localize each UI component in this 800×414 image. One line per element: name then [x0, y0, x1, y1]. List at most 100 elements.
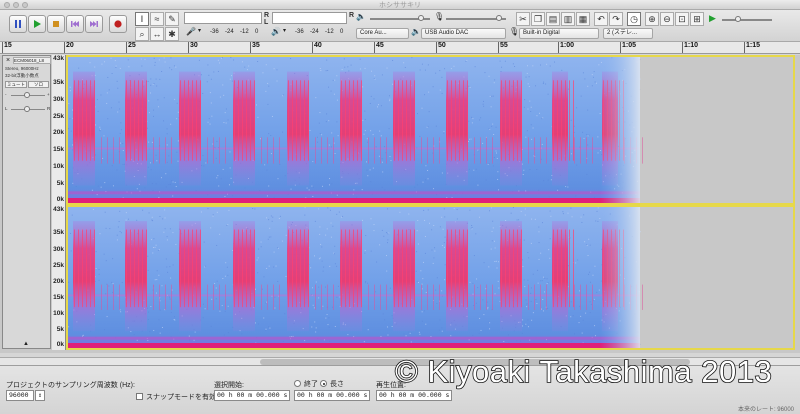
- end-radio[interactable]: [294, 380, 301, 387]
- record-meter-l-label: L: [264, 19, 269, 26]
- zoom-tool[interactable]: ⌕: [135, 27, 149, 41]
- record-icon: [114, 20, 122, 28]
- skip-to-end-button[interactable]: [85, 15, 103, 33]
- frequency-axis-bottom: 43k 35k 30k 25k 20k 15k 10k 5k 0k: [52, 205, 66, 350]
- envelope-icon: ≈: [154, 14, 160, 24]
- output-device-select[interactable]: USB Audio DAC: [421, 28, 506, 39]
- track-close-icon[interactable]: ×: [4, 57, 12, 64]
- input-volume-icon: 🎙: [434, 12, 445, 21]
- minimize-window-icon[interactable]: [13, 2, 19, 8]
- output-volume-knob[interactable]: [418, 15, 424, 21]
- spectrogram-channel-left[interactable]: [66, 55, 795, 205]
- input-device-select[interactable]: Built-in Digital: [519, 28, 599, 39]
- input-channels-select[interactable]: 2 (ステレ...: [603, 28, 653, 39]
- spectrogram-channel-right[interactable]: [66, 205, 795, 350]
- freq-label: 25k: [53, 262, 64, 269]
- trim-button[interactable]: ▥: [561, 12, 575, 26]
- draw-tool[interactable]: ✎: [165, 12, 179, 26]
- solo-button[interactable]: ソロ: [28, 81, 49, 88]
- pan-knob[interactable]: [24, 106, 30, 112]
- freq-label: 10k: [53, 163, 64, 170]
- pause-button[interactable]: [9, 15, 27, 33]
- freq-label: 30k: [53, 96, 64, 103]
- audio-position-input[interactable]: 00 h 00 m 00.000 s: [376, 390, 452, 401]
- fit-project-icon: ⊞: [693, 14, 701, 24]
- record-meter[interactable]: [184, 12, 262, 24]
- track-name-menu[interactable]: ECM06018_L8: [13, 57, 51, 64]
- freq-label: 30k: [53, 246, 64, 253]
- double-arrow-icon: ↔: [152, 29, 162, 39]
- copy-button[interactable]: ❐: [531, 12, 545, 26]
- window-title: ホシササキリ: [379, 2, 421, 9]
- play-speed-knob[interactable]: [735, 16, 741, 22]
- stop-button[interactable]: [47, 15, 65, 33]
- audio-host-select[interactable]: Core Au...: [356, 28, 409, 39]
- undo-button[interactable]: ↶: [594, 12, 608, 26]
- skip-start-icon: [71, 21, 79, 27]
- selection-end-input[interactable]: 00 h 00 m 00.000 s: [294, 390, 370, 401]
- end-label: 終了: [304, 381, 318, 388]
- record-meter-tick-2: -12: [240, 29, 249, 35]
- multi-tool[interactable]: ✱: [165, 27, 179, 41]
- envelope-tool[interactable]: ≈: [150, 12, 164, 26]
- freq-label: 15k: [53, 146, 64, 153]
- record-button[interactable]: [109, 15, 127, 33]
- redo-icon: ↷: [612, 14, 620, 24]
- freq-label: 5k: [56, 180, 64, 187]
- copyright-watermark: © Kiyoaki Takashima 2013: [394, 353, 773, 390]
- play-button[interactable]: [28, 15, 46, 33]
- ruler-tick: 15: [2, 42, 12, 53]
- redo-button[interactable]: ↷: [609, 12, 623, 26]
- freq-label: 5k: [56, 326, 64, 333]
- freq-label: 20k: [53, 278, 64, 285]
- chevron-down-icon[interactable]: ▾: [198, 27, 201, 34]
- zoom-in-button[interactable]: ⊕: [645, 12, 659, 26]
- playback-meter-tick-3: 0: [340, 29, 344, 35]
- silence-icon: ▦: [578, 14, 588, 24]
- selection-start-input[interactable]: 00 h 00 m 00.000 s: [214, 390, 290, 401]
- fit-selection-button[interactable]: ⊡: [675, 12, 689, 26]
- close-window-icon[interactable]: [4, 2, 10, 8]
- output-volume-icon: 🔈: [356, 12, 366, 21]
- fit-project-button[interactable]: ⊞: [690, 12, 704, 26]
- cut-button[interactable]: ✂: [516, 12, 530, 26]
- silence-button[interactable]: ▦: [576, 12, 590, 26]
- snap-label: スナップモードを有効: [146, 394, 216, 401]
- paste-icon: ▤: [548, 14, 558, 24]
- mute-button[interactable]: ミュート: [5, 81, 27, 88]
- snap-checkbox[interactable]: [136, 393, 143, 400]
- chevron-down-icon[interactable]: ▾: [283, 27, 286, 34]
- play-at-speed-icon[interactable]: ▶: [709, 13, 716, 24]
- ruler-tick: 35: [250, 42, 260, 53]
- pan-right-label: R: [47, 106, 51, 111]
- ruler-tick: 20: [64, 42, 74, 53]
- record-meter-tick-1: -24: [225, 29, 234, 35]
- time-shift-tool[interactable]: ↔: [150, 27, 164, 41]
- play-speed-slider[interactable]: [722, 19, 772, 21]
- project-rate-stepper[interactable]: ⇕: [35, 390, 45, 401]
- track-control-panel[interactable]: × ECM06018_L8 Stereo, 96000Hz 32-bit浮動小数…: [2, 55, 51, 349]
- ruler-tick: 1:15: [743, 42, 761, 53]
- freq-label: 10k: [53, 310, 64, 317]
- speaker-icon: 🔊: [271, 27, 281, 36]
- project-rate-input[interactable]: 96000: [6, 390, 34, 401]
- paste-button[interactable]: ▤: [546, 12, 560, 26]
- length-radio[interactable]: [320, 380, 327, 387]
- collapse-track-icon[interactable]: ▲: [23, 341, 29, 347]
- playback-meter[interactable]: [272, 12, 347, 24]
- gain-knob[interactable]: [24, 92, 30, 98]
- timeline-ruler[interactable]: 15 20 25 30 35 40 45 50 55 1:00 1:05 1:1…: [0, 42, 800, 54]
- length-label: 長さ: [330, 381, 344, 388]
- pan-left-label: L: [5, 106, 8, 111]
- ruler-tick: 1:00: [557, 42, 575, 53]
- sync-lock-button[interactable]: ◷: [627, 12, 641, 26]
- freq-label: 43k: [53, 206, 64, 213]
- skip-to-start-button[interactable]: [66, 15, 84, 33]
- status-rate: 本来のレート: 96000: [737, 407, 794, 413]
- selection-tool[interactable]: Ⅰ: [135, 12, 149, 26]
- zoom-out-button[interactable]: ⊖: [660, 12, 674, 26]
- input-volume-knob[interactable]: [496, 15, 502, 21]
- track-bitdepth-info: 32-bit浮動小数点: [5, 73, 39, 78]
- zoom-window-icon[interactable]: [22, 2, 28, 8]
- copy-icon: ❐: [533, 14, 543, 24]
